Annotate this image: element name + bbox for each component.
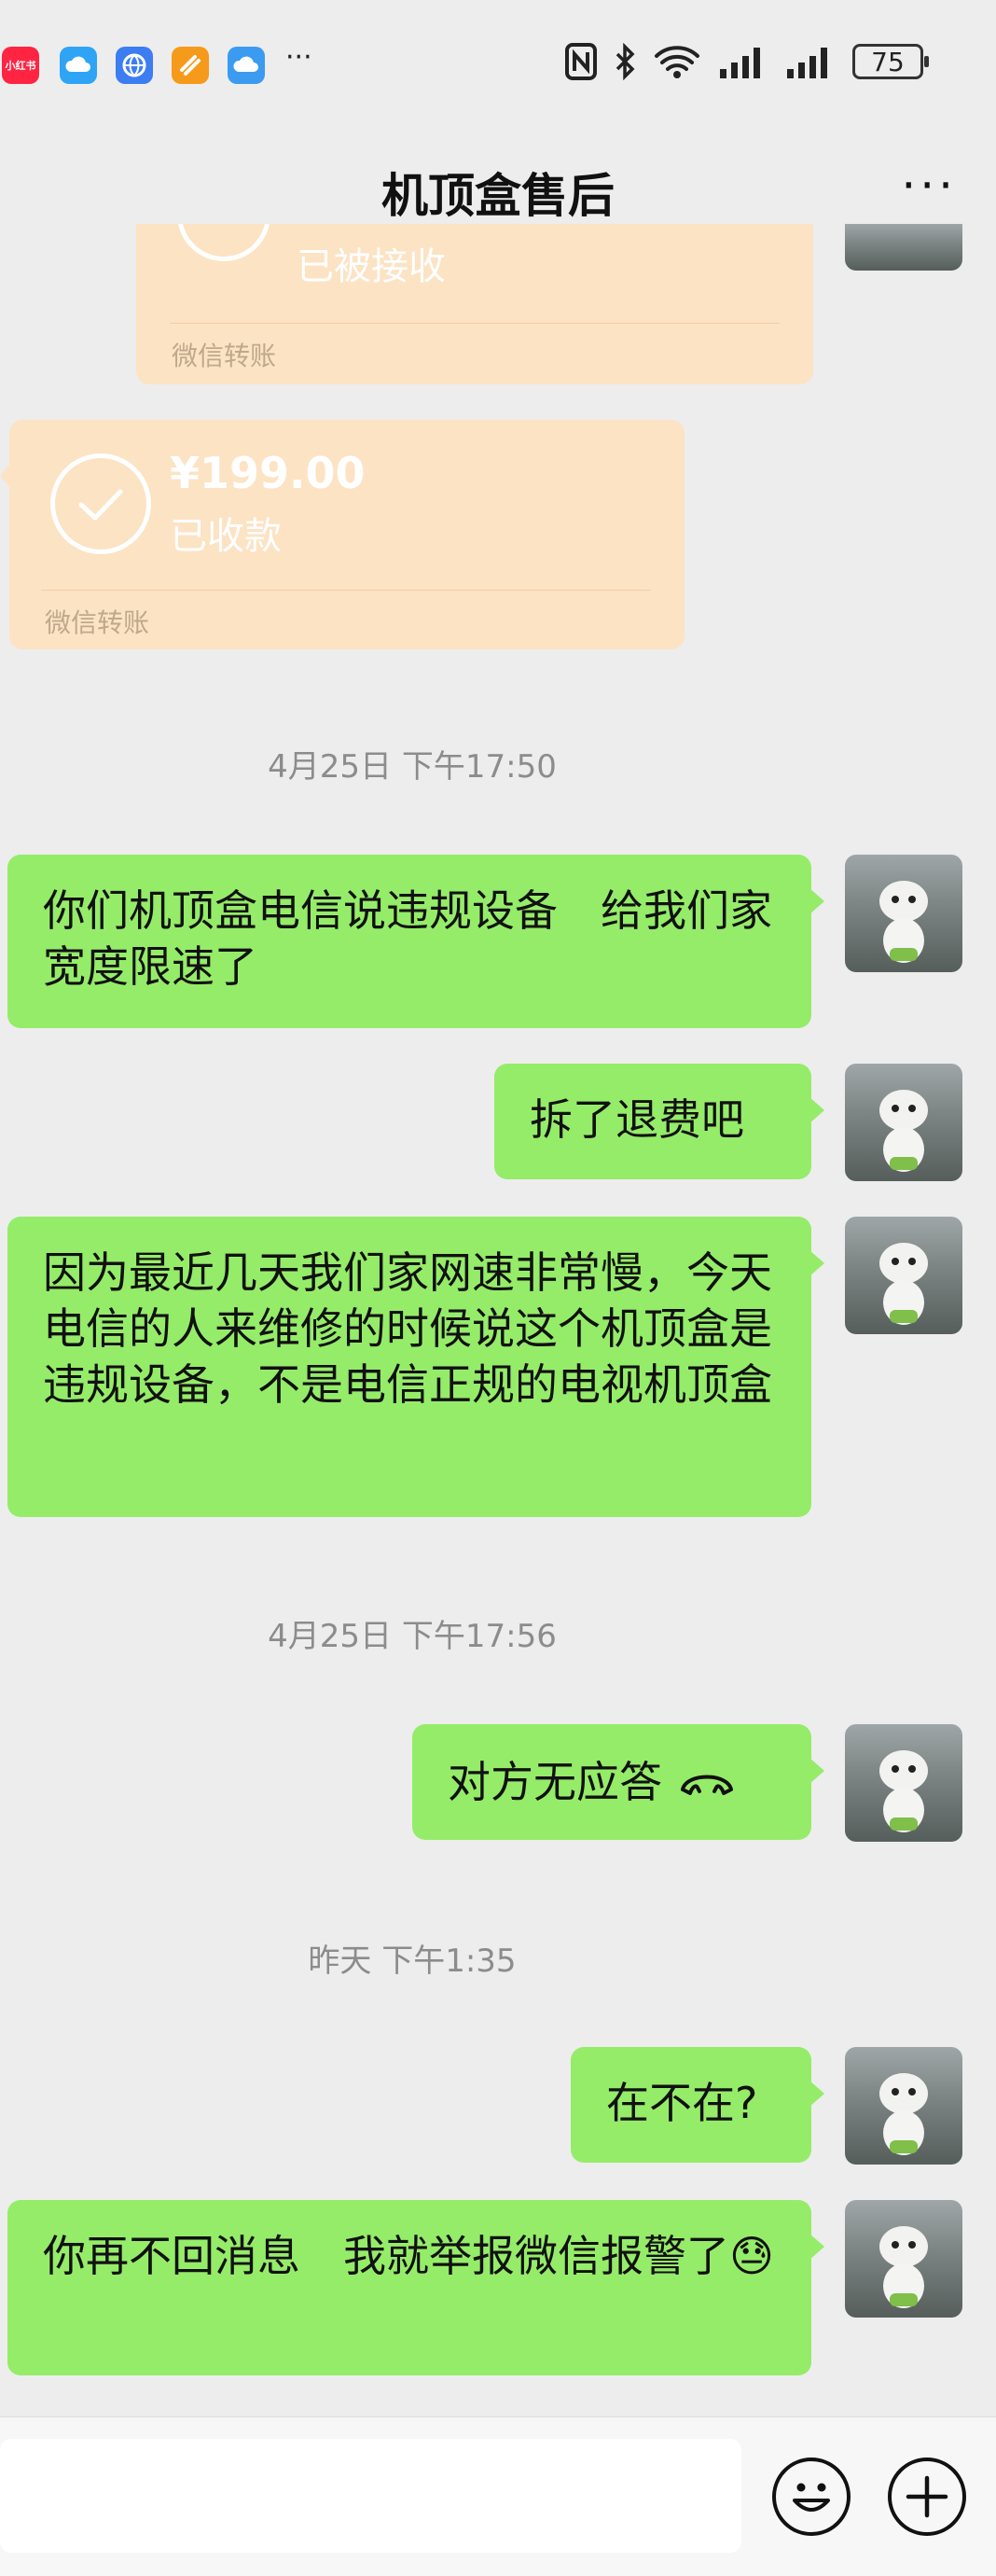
add-button[interactable] xyxy=(888,2458,966,2536)
avatar[interactable] xyxy=(845,224,962,271)
avatar[interactable] xyxy=(845,1064,962,1181)
message-text: 拆了退费吧 xyxy=(530,1094,744,1145)
transfer-status: 已收款 xyxy=(170,515,282,558)
message-text: 对方无应答 xyxy=(448,1757,662,1807)
battery-indicator: 75 xyxy=(852,44,929,79)
xiaohongshu-icon-text: 小红书 xyxy=(5,60,36,72)
app-orange-icon xyxy=(172,47,209,84)
more-notifications-icon: ··· xyxy=(285,41,312,74)
message-bubble[interactable]: 你们机顶盒电信说违规设备 给我们家宽度限速了 xyxy=(7,855,824,1028)
cloud-blue-icon xyxy=(228,47,265,84)
transfer-amount: ¥199.00 xyxy=(170,448,366,498)
battery-level: 75 xyxy=(871,46,905,77)
transfer-card[interactable]: ¥199.00 已收款 微信转账 xyxy=(9,420,685,649)
status-right: 75 xyxy=(565,43,929,80)
emoji-button[interactable] xyxy=(772,2458,851,2536)
avatar[interactable] xyxy=(845,2200,962,2318)
message-bubble[interactable]: 在不在? xyxy=(571,2047,824,2163)
message-bubble[interactable]: 拆了退费吧 xyxy=(494,1064,824,1179)
transfer-footer: 微信转账 xyxy=(45,607,150,638)
message-input[interactable] xyxy=(0,2439,741,2553)
message-bubble[interactable]: 你再不回消息 我就举报微信报警了😓 xyxy=(7,2200,824,2375)
call-record-bubble[interactable]: 对方无应答 xyxy=(412,1724,824,1840)
signal-icon-2 xyxy=(787,48,827,78)
transfer-status: 已被接收 xyxy=(297,245,446,288)
wifi-icon xyxy=(655,46,699,78)
avatar[interactable] xyxy=(845,1724,962,1842)
message-bubble[interactable]: 因为最近几天我们家网速非常慢，今天电信的人来维修的时候说这个机顶盒是违规设备，不… xyxy=(7,1217,824,1517)
more-options-button[interactable]: ··· xyxy=(901,159,957,213)
avatar[interactable] xyxy=(845,2047,962,2165)
timestamp: 4月25日 下午17:50 xyxy=(268,748,557,786)
transfer-divider xyxy=(41,590,651,591)
voice-call-icon xyxy=(681,1775,733,1795)
xiaohongshu-icon: 小红书 xyxy=(2,47,39,84)
cloud-icon xyxy=(60,47,97,84)
check-circle-icon xyxy=(177,224,270,261)
transfer-divider xyxy=(170,323,780,324)
plus-icon xyxy=(906,2475,948,2518)
timestamp: 昨天 下午1:35 xyxy=(308,1942,517,1980)
transfer-card-partial[interactable]: 已被接收 微信转账 xyxy=(136,224,813,384)
bluetooth-icon xyxy=(616,43,635,80)
timestamp: 4月25日 下午17:56 xyxy=(268,1618,557,1655)
bubble-tail xyxy=(0,463,11,489)
message-text: 在不在? xyxy=(606,2078,758,2128)
transfer-footer: 微信转账 xyxy=(172,341,277,371)
message-text: 你再不回消息 我就举报微信报警了😓 xyxy=(43,2231,774,2281)
check-circle-icon xyxy=(50,453,151,554)
nfc-icon xyxy=(565,43,597,80)
chat-title: 机顶盒售后 xyxy=(381,169,615,223)
avatar[interactable] xyxy=(845,1217,962,1334)
browser-icon xyxy=(116,47,153,84)
signal-icon-1 xyxy=(720,48,760,78)
avatar[interactable] xyxy=(845,855,962,972)
emoji-icon xyxy=(793,2483,830,2512)
message-text: 因为最近几天我们家网速非常慢，今天电信的人来维修的时候说这个机顶盒是违规设备，不… xyxy=(43,1247,772,1410)
message-text: 你们机顶盒电信说违规设备 给我们家宽度限速了 xyxy=(43,885,772,992)
